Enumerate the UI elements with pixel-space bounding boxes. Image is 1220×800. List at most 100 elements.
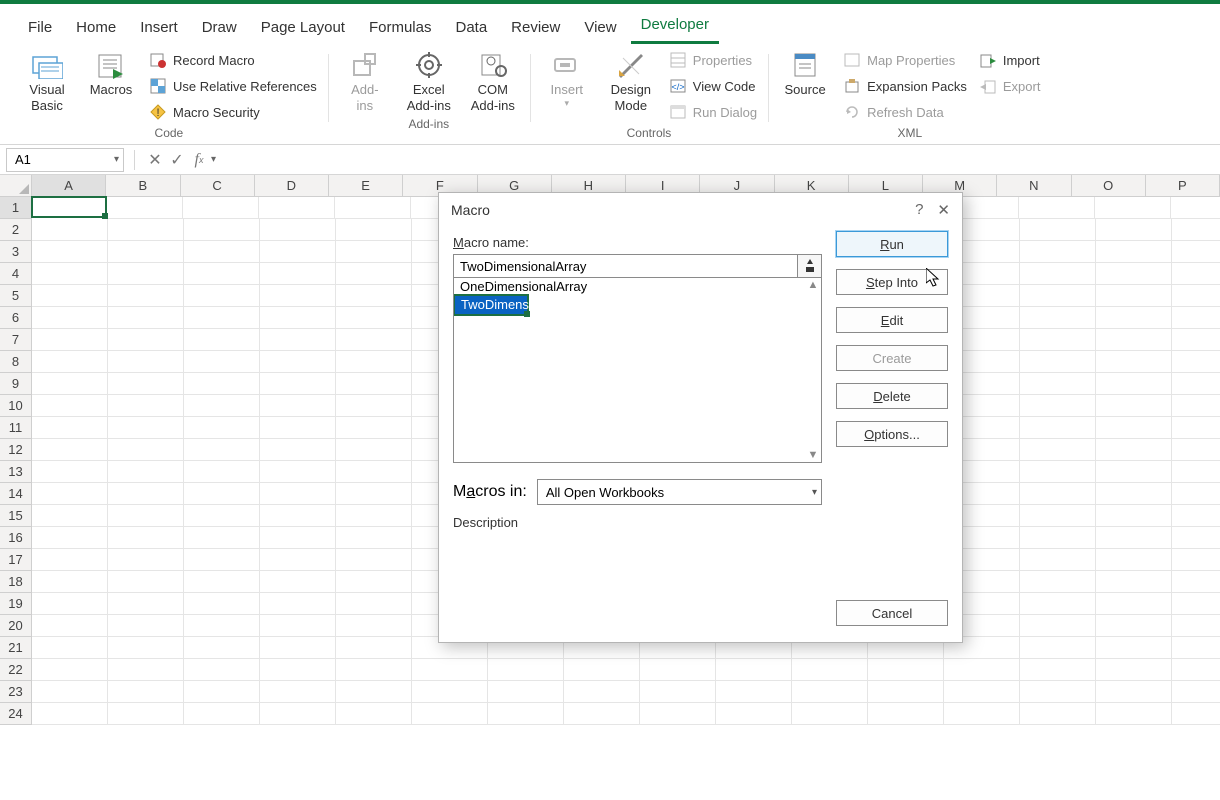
cell[interactable] [640,659,716,681]
cell[interactable] [336,461,412,483]
row-header[interactable]: 5 [0,285,32,307]
cell[interactable] [1172,329,1220,351]
cell[interactable] [336,219,412,241]
fx-icon[interactable]: fx [189,149,209,171]
tab-data[interactable]: Data [445,13,497,44]
cell[interactable] [336,681,412,703]
cell[interactable] [108,285,184,307]
cell[interactable] [1096,681,1172,703]
com-addins-button[interactable]: COM Add-ins [464,48,522,113]
cell[interactable] [32,439,108,461]
cell[interactable] [1020,329,1096,351]
cell[interactable] [184,593,260,615]
cell[interactable] [1172,637,1220,659]
cell[interactable] [1096,505,1172,527]
cell[interactable] [336,373,412,395]
chevron-down-icon[interactable]: ▾ [114,154,119,165]
cell[interactable] [184,461,260,483]
cell[interactable] [32,241,108,263]
cell[interactable] [1172,549,1220,571]
cell[interactable] [32,549,108,571]
use-relative-references-button[interactable]: Use Relative References [146,76,320,96]
cell[interactable] [1020,483,1096,505]
cell[interactable] [640,703,716,725]
cell[interactable] [32,285,108,307]
cell[interactable] [108,329,184,351]
cell[interactable] [1096,395,1172,417]
row-header[interactable]: 19 [0,593,32,615]
cell[interactable] [260,527,336,549]
cell[interactable] [108,483,184,505]
cell[interactable] [260,615,336,637]
cell[interactable] [32,263,108,285]
cell[interactable] [260,395,336,417]
cell[interactable] [1095,197,1171,219]
cell[interactable] [1096,703,1172,725]
cell[interactable] [260,461,336,483]
cell[interactable] [1096,439,1172,461]
column-header[interactable]: O [1072,175,1146,197]
cell[interactable] [1020,417,1096,439]
cell[interactable] [640,681,716,703]
cell[interactable] [260,329,336,351]
cell[interactable] [260,241,336,263]
cell[interactable] [108,263,184,285]
row-header[interactable]: 7 [0,329,32,351]
cell[interactable] [1096,659,1172,681]
options-button[interactable]: Options... [836,421,948,447]
excel-addins-button[interactable]: Excel Add-ins [400,48,458,113]
column-header[interactable]: N [997,175,1071,197]
cell[interactable] [260,593,336,615]
cell[interactable] [260,505,336,527]
cell[interactable] [1020,461,1096,483]
row-header[interactable]: 6 [0,307,32,329]
cell[interactable] [32,571,108,593]
macro-list[interactable]: OneDimensionalArrayTwoDimensionalArray ▲… [453,277,822,463]
cell[interactable] [183,197,259,219]
cell[interactable] [1020,681,1096,703]
cell[interactable] [792,659,868,681]
macros-in-combo[interactable]: All Open Workbooks ▾ [537,479,822,505]
cell[interactable] [1020,241,1096,263]
cell[interactable] [260,351,336,373]
cell[interactable] [1096,373,1172,395]
cell[interactable] [336,527,412,549]
tab-page-layout[interactable]: Page Layout [251,13,355,44]
view-code-button[interactable]: </> View Code [666,76,760,96]
cell[interactable] [1096,527,1172,549]
cell[interactable] [868,703,944,725]
chevron-down-icon[interactable]: ▾ [211,154,216,165]
formula-input[interactable] [222,148,1214,172]
cell[interactable] [260,703,336,725]
cell[interactable] [336,637,412,659]
cell[interactable] [184,483,260,505]
cell[interactable] [1172,505,1220,527]
cell[interactable] [32,461,108,483]
scrollbar[interactable]: ▲ ▼ [805,278,821,462]
cell[interactable] [184,241,260,263]
cell[interactable] [184,417,260,439]
cell[interactable] [868,659,944,681]
column-header[interactable]: C [181,175,255,197]
row-header[interactable]: 10 [0,395,32,417]
cell[interactable] [184,373,260,395]
tab-file[interactable]: File [18,13,62,44]
run-dialog-button[interactable]: Run Dialog [666,102,760,122]
cancel-formula-icon[interactable]: ✕ [145,149,165,171]
cell[interactable] [716,681,792,703]
cell[interactable] [564,659,640,681]
cell[interactable] [1172,241,1220,263]
cell[interactable] [336,549,412,571]
row-header[interactable]: 2 [0,219,32,241]
edit-button[interactable]: Edit [836,307,948,333]
cell[interactable] [1096,571,1172,593]
cell[interactable] [1020,219,1096,241]
tab-formulas[interactable]: Formulas [359,13,442,44]
cell[interactable] [108,241,184,263]
cell[interactable] [1096,329,1172,351]
cell[interactable] [108,615,184,637]
macro-list-item[interactable]: TwoDimensionalArray [453,294,529,316]
cell[interactable] [1096,461,1172,483]
row-header[interactable]: 16 [0,527,32,549]
cell[interactable] [108,549,184,571]
